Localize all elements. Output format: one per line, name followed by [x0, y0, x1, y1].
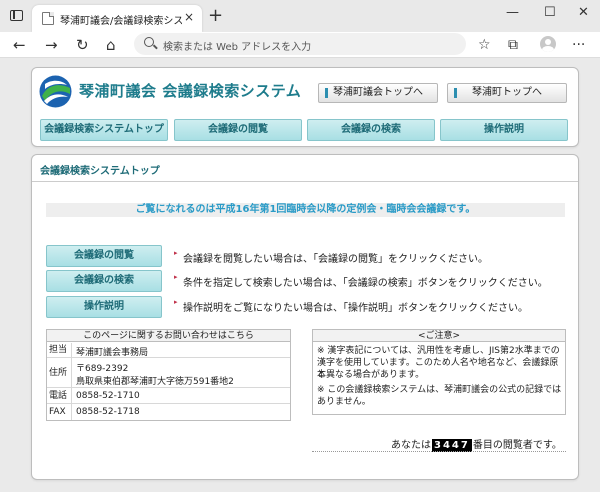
profile-avatar[interactable]	[540, 36, 556, 52]
search-icon	[144, 37, 154, 47]
contact-label: FAX	[47, 404, 72, 420]
kotoura-logo-icon	[39, 75, 72, 108]
search-minutes-description: 条件を指定して検索したい場合は、「会議録の検索」ボタンをクリックください。	[183, 278, 548, 289]
search-minutes-button[interactable]: 会議録の検索	[46, 270, 162, 292]
assembly-top-link[interactable]: 琴浦町議会トップへ	[318, 83, 438, 103]
counter-divider	[312, 451, 566, 452]
tab-close-icon[interactable]: ×	[184, 10, 194, 24]
counter-prefix: あなたは	[391, 440, 431, 451]
page-content: 琴浦町議会 会議録検索システム 琴浦町議会トップへ 琴浦町トップへ 会議録検索シ…	[0, 58, 600, 492]
tab-view-minutes[interactable]: 会議録の閲覧	[174, 119, 302, 141]
contact-label: 住所	[47, 358, 72, 387]
browser-titlebar: 琴浦町議会/会議録検索システム × + — ☐ ✕	[0, 0, 600, 32]
contact-table: このページに関するお問い合わせはこちら 担当 琴浦町議会事務局 住所 〒689-…	[46, 329, 291, 421]
contact-value: 0858-52-1718	[76, 407, 140, 417]
site-header: 琴浦町議会 会議録検索システム 琴浦町議会トップへ 琴浦町トップへ 会議録検索シ…	[31, 67, 579, 147]
instructions-button[interactable]: 操作説明	[46, 296, 162, 318]
notice-banner: ご覧になれるのは平成16年第1回臨時会以降の定例会・臨時会会議録です。	[46, 203, 565, 217]
tab-title: 琴浦町議会/会議録検索システム	[60, 16, 182, 27]
back-icon[interactable]: ←	[13, 36, 26, 54]
bullet-icon: ▸	[174, 249, 178, 257]
town-top-link[interactable]: 琴浦町トップへ	[447, 83, 567, 103]
instructions-description: 操作説明をご覧になりたい場合は、「操作説明」ボタンをクリックください。	[183, 303, 528, 314]
browser-toolbar: ← → ↻ ⌂ 検索または Web アドレスを入力 ☆ ⧉ ···	[0, 32, 600, 58]
contact-value: 琴浦町議会事務局	[76, 348, 149, 358]
address-bar[interactable]: 検索または Web アドレスを入力	[134, 33, 466, 55]
new-tab-icon[interactable]: +	[208, 5, 223, 26]
contact-label: 電話	[47, 388, 72, 403]
bullet-icon: ▸	[174, 298, 178, 306]
main-panel: 会議録検索システムトップ ご覧になれるのは平成16年第1回臨時会以降の定例会・臨…	[31, 154, 579, 480]
site-title: 琴浦町議会 会議録検索システム	[79, 82, 302, 100]
tab-search-minutes[interactable]: 会議録の検索	[307, 119, 435, 141]
caution-line: ※ 漢字表記については、汎用性を考慮し、JIS第2水準までの	[317, 346, 560, 356]
window-menu-icon[interactable]	[10, 10, 23, 21]
caution-heading: <ご注意>	[313, 330, 565, 342]
close-window-icon[interactable]: ✕	[578, 5, 589, 20]
section-title: 会議録検索システムトップ	[40, 166, 160, 177]
contact-heading: このページに関するお問い合わせはこちら	[47, 330, 290, 342]
tab-instructions[interactable]: 操作説明	[440, 119, 568, 141]
favorite-icon[interactable]: ☆	[478, 36, 491, 54]
bullet-icon: ▸	[174, 273, 178, 281]
maximize-icon[interactable]: ☐	[544, 5, 556, 20]
home-icon[interactable]: ⌂	[106, 36, 116, 54]
visitor-counter: あなたは 3447 番目の閲覧者です。	[391, 436, 562, 452]
settings-menu-icon[interactable]: ···	[572, 36, 585, 54]
contact-value: 鳥取県東伯郡琴浦町大字徳万591番地2	[76, 377, 234, 387]
counter-suffix: 番目の閲覧者です。	[472, 440, 562, 451]
page-favicon-icon	[42, 12, 54, 25]
caution-line: と異なる場合があります。	[317, 370, 425, 380]
table-row: 電話 0858-52-1710	[47, 388, 290, 404]
section-divider	[32, 181, 578, 182]
forward-icon[interactable]: →	[45, 36, 58, 54]
caution-box: <ご注意> ※ 漢字表記については、汎用性を考慮し、JIS第2水準までの 漢字を…	[312, 329, 566, 415]
minimize-icon[interactable]: —	[506, 5, 519, 20]
reload-icon[interactable]: ↻	[76, 36, 89, 54]
address-input[interactable]: 検索または Web アドレスを入力	[163, 38, 311, 53]
view-minutes-button[interactable]: 会議録の閲覧	[46, 245, 162, 267]
contact-value: 0858-52-1710	[76, 391, 140, 401]
collections-icon[interactable]: ⧉	[508, 36, 518, 54]
browser-tab[interactable]: 琴浦町議会/会議録検索システム ×	[32, 5, 202, 32]
caution-line: ※ この会議録検索システムは、琴浦町議会の公式の記録では	[317, 385, 562, 395]
contact-value: 〒689-2392	[76, 364, 129, 374]
view-minutes-description: 会議録を閲覧したい場合は、「会議録の閲覧」をクリックください。	[183, 254, 488, 265]
table-row: FAX 0858-52-1718	[47, 404, 290, 420]
table-row: 住所 〒689-2392 鳥取県東伯郡琴浦町大字徳万591番地2	[47, 358, 290, 388]
table-row: 担当 琴浦町議会事務局	[47, 343, 290, 358]
contact-label: 担当	[47, 343, 72, 357]
caution-line: ありません。	[317, 397, 371, 407]
tab-system-top[interactable]: 会議録検索システムトップ	[40, 119, 168, 141]
